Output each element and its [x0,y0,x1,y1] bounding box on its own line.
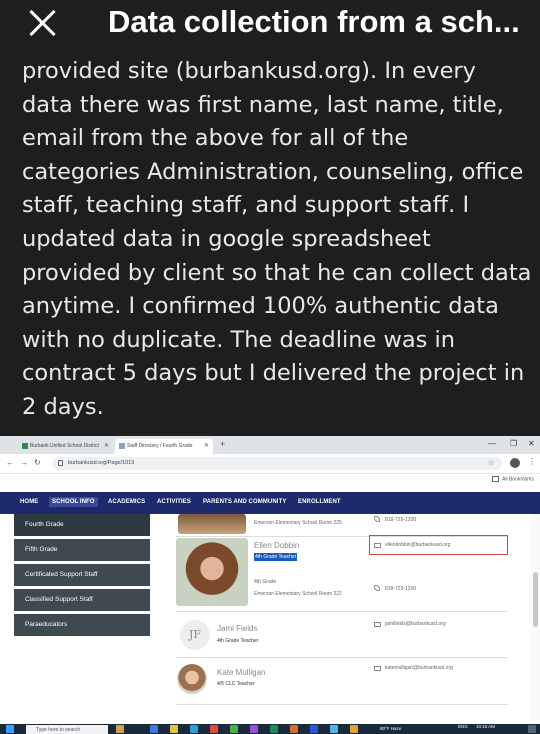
staff-email[interactable]: jamifields@burbankusd.org [385,621,446,627]
staff-photo [178,514,246,534]
profile-avatar[interactable] [510,458,520,468]
minimize-icon[interactable]: — [488,439,496,448]
staff-title: 4th Grade Teacher [217,638,259,644]
sidebar-item-fifth-grade[interactable]: Fifth Grade [14,539,150,561]
staff-email[interactable]: katemulligan@burbankusd.org [385,665,453,671]
close-tab-icon[interactable]: ✕ [204,442,209,449]
staff-location: Emerson Elementary School Room 225 [254,520,342,526]
new-tab-icon[interactable]: + [220,439,225,449]
forward-icon[interactable]: → [20,458,28,467]
divider [176,611,508,612]
all-bookmarks-link[interactable]: All Bookmarks [492,476,534,482]
maximize-icon[interactable]: ❐ [510,439,517,448]
nav-parents-community[interactable]: PARENTS AND COMMUNITY [203,499,286,505]
close-tab-icon[interactable]: ✕ [104,442,109,449]
nav-school-info[interactable]: SCHOOL INFO [49,497,98,507]
sidebar-item-certificated-support[interactable]: Certificated Support Staff [14,564,150,586]
mail-icon [374,622,381,627]
sidebar-item-paraeducators[interactable]: Paraeducators [14,614,150,636]
staff-name[interactable]: Ellen Dobbin [254,541,299,550]
close-icon[interactable] [27,8,57,38]
bookmark-star-icon[interactable]: ☆ [488,459,494,467]
modal-title: Data collection from a sch... [108,4,520,39]
taskbar-search-input[interactable]: Type here to search [26,725,108,734]
mail-icon [374,543,381,548]
reload-icon[interactable]: ↻ [34,458,41,467]
staff-title: 4th Grade Teacher [254,553,298,561]
taskbar-clock[interactable]: 10:15 AM [476,724,495,729]
browser-tab-bar: Burbank Unified School District ✕ Staff … [0,436,540,454]
taskbar-app-icon[interactable] [270,725,278,733]
menu-icon[interactable]: ⋮ [528,457,536,466]
phone-icon [374,585,380,591]
taskbar-app-icon[interactable] [330,725,338,733]
favicon-icon [22,443,28,449]
staff-location: Emerson Elementary School Room 222 [254,591,342,597]
close-window-icon[interactable]: ✕ [528,439,535,448]
browser-tab[interactable]: Burbank Unified School District ✕ [18,439,113,454]
lock-icon [58,460,63,466]
windows-start-icon[interactable] [6,725,14,733]
taskbar-app-icon[interactable] [150,725,158,733]
language-indicator[interactable]: ENG [458,724,468,729]
url-input[interactable]: burbankusd.org/Page/1013 [52,457,502,470]
staff-phone: 818-729-1200 [385,517,417,523]
taskbar-app-icon[interactable] [250,725,258,733]
staff-name[interactable]: Jami Fields [217,624,257,633]
phone-icon [374,516,380,522]
scrollbar-thumb[interactable] [533,572,538,627]
sidebar-item-classified-support[interactable]: Classified Support Staff [14,589,150,611]
project-screenshot: Burbank Unified School District ✕ Staff … [0,436,540,734]
browser-tab-active[interactable]: Staff Directory / Fourth Grade ✕ [115,439,213,454]
divider [176,704,508,705]
taskbar-app-icon[interactable] [210,725,218,733]
taskbar-app-icon[interactable] [116,725,124,733]
staff-directory: Fourth Grade Fifth Grade Certificated Su… [0,514,540,720]
divider [176,657,508,658]
nav-enrollment[interactable]: ENROLLMENT [298,499,341,505]
weather-status[interactable]: 80°F Haze [380,726,401,731]
staff-name[interactable]: Kate Mulligan [217,668,265,677]
staff-email[interactable]: ellendobbin@burbankusd.org [385,542,450,548]
address-bar-row: ← → ↻ burbankusd.org/Page/1013 ☆ ⋮ [0,454,540,474]
site-navigation: HOME SCHOOL INFO ACADEMICS ACTIVITIES PA… [0,492,540,514]
taskbar-app-icon[interactable] [190,725,198,733]
staff-department: 4th Grade [254,579,277,585]
project-description: provided site (burbankusd.org). In every… [22,58,532,420]
notification-icon[interactable] [528,725,536,733]
windows-taskbar: Type here to search 80°F Haze ENG 10:15 … [0,724,540,734]
taskbar-app-icon[interactable] [310,725,318,733]
nav-activities[interactable]: ACTIVITIES [157,499,191,505]
modal-header: Data collection from a sch... [0,0,540,48]
staff-photo [177,664,207,694]
staff-phone: 818-729-1200 [385,586,417,592]
url-text: burbankusd.org/Page/1013 [68,460,135,466]
taskbar-app-icon[interactable] [290,725,298,733]
taskbar-app-icon[interactable] [350,725,358,733]
mail-icon [374,666,381,671]
favicon-icon [119,443,125,449]
staff-title: 4/5 CLC Teacher [217,681,255,687]
sidebar-item-fourth-grade[interactable]: Fourth Grade [14,514,150,536]
nav-home[interactable]: HOME [20,499,38,505]
taskbar-app-icon[interactable] [230,725,238,733]
back-icon[interactable]: ← [6,458,14,467]
tab-label: Burbank Unified School District [30,443,99,449]
taskbar-app-icon[interactable] [170,725,178,733]
staff-initials-avatar: JF [180,620,210,650]
bookmarks-bar: All Bookmarks [0,474,540,486]
nav-academics[interactable]: ACADEMICS [108,499,145,505]
staff-photo [176,538,248,606]
tab-label: Staff Directory / Fourth Grade [127,443,193,449]
